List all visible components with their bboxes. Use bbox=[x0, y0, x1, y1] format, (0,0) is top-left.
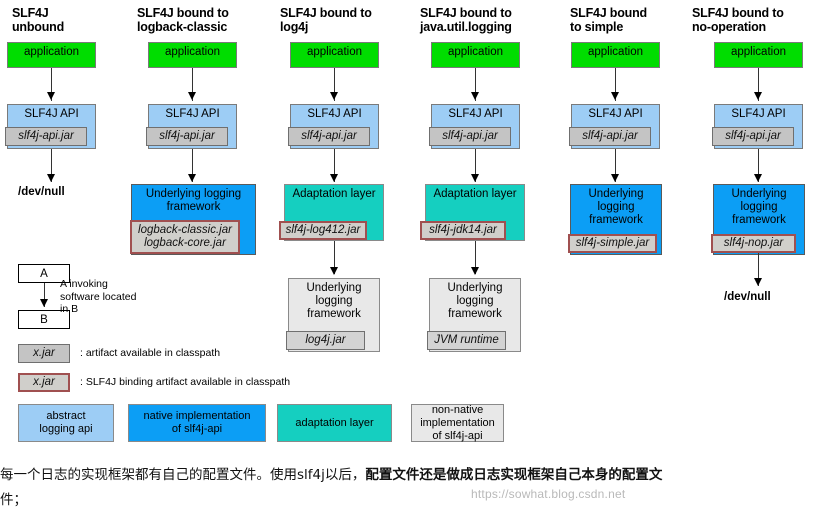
legend-swatch-native-implementation: native implementation of slf4j-api bbox=[128, 404, 266, 442]
legend-binding-artifact-description: : SLF4J binding artifact available in cl… bbox=[80, 376, 291, 388]
node-application-log4j: application bbox=[290, 42, 379, 68]
jar-slf4j-nop-binding: slf4j-nop.jar bbox=[711, 234, 796, 253]
arrow-head-app-to-api-jul bbox=[471, 92, 479, 100]
node-application-nop: application bbox=[714, 42, 803, 68]
arrow-head-app-to-api-nop bbox=[754, 92, 762, 100]
node-label: application bbox=[165, 46, 220, 58]
arrow-head-adaptation-to-framework-log4j bbox=[330, 267, 338, 275]
node-label: Underlying logging framework bbox=[306, 282, 362, 320]
arrow-head-app-to-api-simple bbox=[611, 92, 619, 100]
arrow-head-api-to-framework-simple bbox=[611, 174, 619, 182]
node-application-simple: application bbox=[571, 42, 660, 68]
jar-slf4j-api-nop: slf4j-api.jar bbox=[712, 127, 794, 146]
devnull-label-nop: /dev/null bbox=[724, 291, 771, 303]
jar-slf4j-api-simple: slf4j-api.jar bbox=[569, 127, 651, 146]
jar-slf4j-simple-binding: slf4j-simple.jar bbox=[568, 234, 657, 253]
legend-chip-binding-artifact: x.jar bbox=[18, 373, 70, 392]
node-label: Underlying logging framework bbox=[588, 188, 644, 226]
column-title-logback: SLF4J bound to logback-classic bbox=[137, 6, 229, 34]
node-label: application bbox=[307, 46, 362, 58]
legend-chip-artifact: x.jar bbox=[18, 344, 70, 363]
node-label: application bbox=[24, 46, 79, 58]
jar-log4j: log4j.jar bbox=[286, 331, 365, 350]
arrow-head-api-to-framework-nop bbox=[754, 174, 762, 182]
arrow-head-api-to-devnull-unbound bbox=[47, 174, 55, 182]
node-label: SLF4J API bbox=[731, 108, 786, 120]
arrow-head-api-to-adaptation-jul bbox=[471, 174, 479, 182]
legend-arrow-head-a-to-b bbox=[40, 299, 48, 307]
node-label: application bbox=[731, 46, 786, 58]
node-application-jul: application bbox=[431, 42, 520, 68]
legend-artifact-description: : artifact available in classpath bbox=[80, 347, 221, 359]
jar-slf4j-api-log4j: slf4j-api.jar bbox=[288, 127, 370, 146]
node-label: application bbox=[588, 46, 643, 58]
jar-slf4j-log412-binding: slf4j-log412.jar bbox=[279, 221, 367, 240]
column-title-log4j: SLF4J bound to log4j bbox=[280, 6, 372, 34]
node-label: Underlying logging framework bbox=[731, 188, 787, 226]
column-title-nop: SLF4J bound to no-operation bbox=[692, 6, 784, 34]
arrow-head-adaptation-to-framework-jul bbox=[471, 267, 479, 275]
node-label: Underlying logging framework bbox=[145, 188, 242, 213]
arrow-head-app-to-api-logback bbox=[188, 92, 196, 100]
legend-swatch-non-native-implementation: non-native implementation of slf4j-api bbox=[411, 404, 504, 442]
arrow-head-api-to-adaptation-log4j bbox=[330, 174, 338, 182]
caption-part3: 件； bbox=[0, 492, 27, 508]
legend-swatch-abstract-logging-api: abstract logging api bbox=[18, 404, 114, 442]
node-label: SLF4J API bbox=[165, 108, 220, 120]
node-label: Underlying logging framework bbox=[447, 282, 503, 320]
jar-jvm-runtime: JVM runtime bbox=[427, 331, 506, 350]
node-label: Adaptation layer bbox=[433, 188, 517, 200]
watermark: https://sowhat.blog.csdn.net bbox=[471, 487, 626, 501]
jar-logback-binding: logback-classic.jar logback-core.jar bbox=[130, 220, 240, 254]
arrow-head-app-to-api-log4j bbox=[330, 92, 338, 100]
caption-part2: 配置文件还是做成日志实现框架自己本身的配置文 bbox=[365, 467, 663, 483]
node-application-logback: application bbox=[148, 42, 237, 68]
column-title-unbound: SLF4J unbound bbox=[12, 6, 65, 34]
node-label: SLF4J API bbox=[24, 108, 79, 120]
node-label: SLF4J API bbox=[588, 108, 643, 120]
node-label: Adaptation layer bbox=[292, 188, 376, 200]
column-title-jul: SLF4J bound to java.util.logging bbox=[420, 6, 512, 34]
node-application-unbound: application bbox=[7, 42, 96, 68]
caption-text: 每一个日志的实现框架都有自己的配置文件。使用slf4j以后，配置文件还是做成日志… bbox=[0, 463, 816, 513]
node-label: SLF4J API bbox=[448, 108, 503, 120]
jar-slf4j-api-unbound: slf4j-api.jar bbox=[5, 127, 87, 146]
arrow-head-api-to-framework-logback bbox=[188, 174, 196, 182]
legend-invocation-description: A invoking software located in B bbox=[60, 278, 137, 315]
jar-slf4j-api-logback: slf4j-api.jar bbox=[146, 127, 228, 146]
legend-swatch-adaptation-layer: adaptation layer bbox=[277, 404, 392, 442]
node-label: application bbox=[448, 46, 503, 58]
arrow-head-app-to-api-unbound bbox=[47, 92, 55, 100]
slf4j-architecture-diagram: SLF4J unbound SLF4J bound to logback-cla… bbox=[0, 0, 816, 513]
caption-part1: 每一个日志的实现框架都有自己的配置文件。使用slf4j以后， bbox=[0, 467, 366, 483]
jar-slf4j-api-jul: slf4j-api.jar bbox=[429, 127, 511, 146]
node-label: SLF4J API bbox=[307, 108, 362, 120]
column-title-simple: SLF4J bound to simple bbox=[570, 6, 647, 34]
arrow-head-framework-to-devnull-nop bbox=[754, 278, 762, 286]
devnull-label-unbound: /dev/null bbox=[18, 186, 65, 198]
jar-slf4j-jdk14-binding: slf4j-jdk14.jar bbox=[420, 221, 506, 240]
